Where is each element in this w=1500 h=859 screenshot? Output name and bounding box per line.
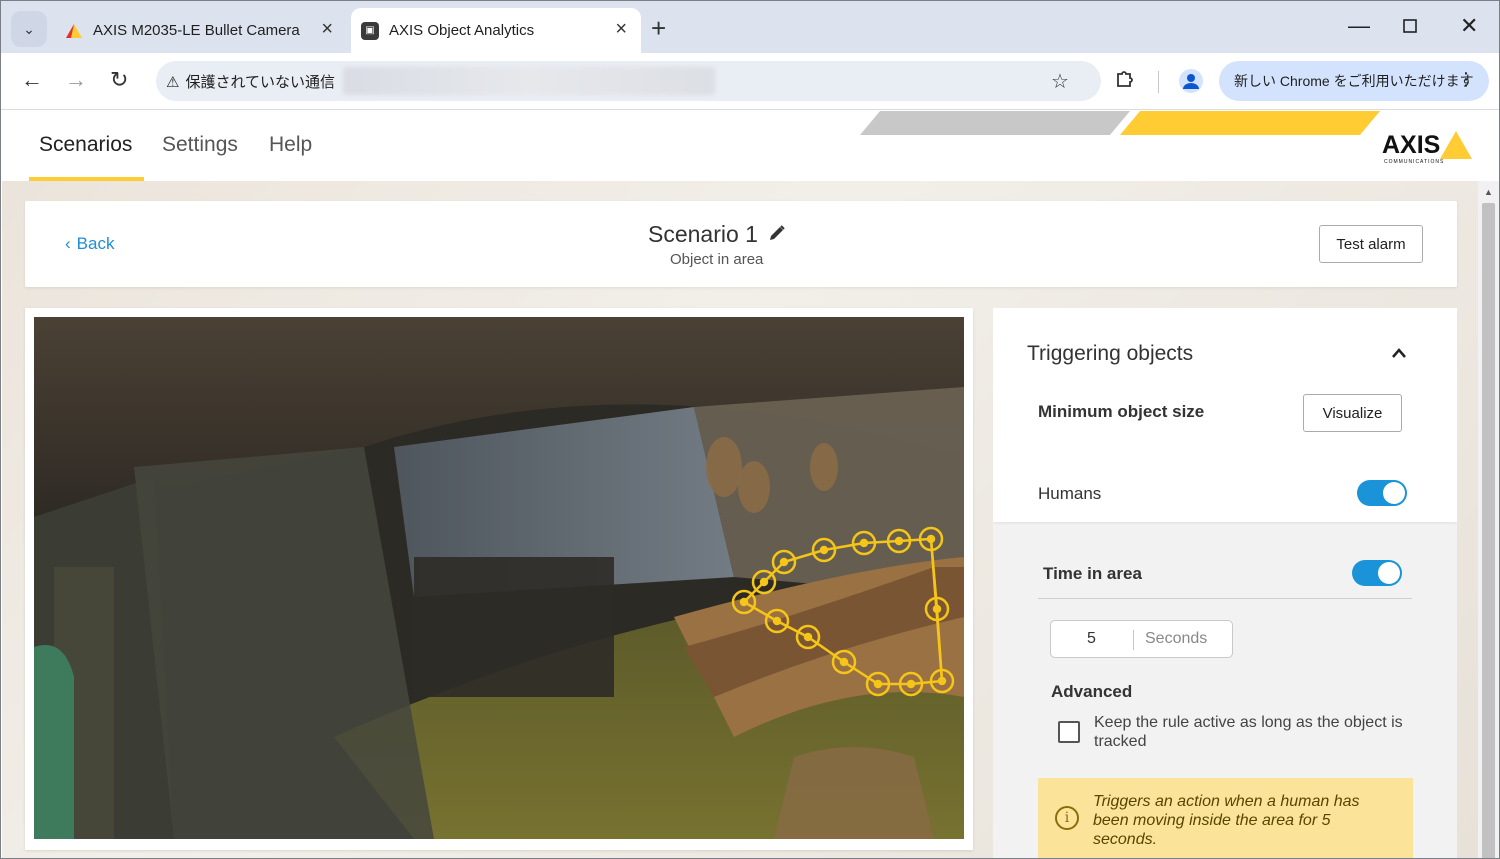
page-scrollbar[interactable]: ▲ <box>1478 181 1499 858</box>
scenario-type: Object in area <box>670 251 764 268</box>
address-bar[interactable]: ⚠ 保護されていない通信 ☆ <box>156 61 1101 101</box>
section-title: Triggering objects <box>1027 342 1194 365</box>
logo-subtext: COMMUNICATIONS <box>1384 159 1445 165</box>
minimize-icon[interactable]: — <box>1348 13 1370 39</box>
keep-active-label[interactable]: Keep the rule active as long as the obje… <box>1094 713 1414 751</box>
seconds-unit: Seconds <box>1145 630 1208 647</box>
tab-object-analytics[interactable]: ▣ AXIS Object Analytics × <box>351 8 641 53</box>
more-menu-icon[interactable]: ⋮ <box>1457 69 1475 90</box>
humans-label: Humans <box>1038 484 1102 503</box>
tab-camera[interactable]: AXIS M2035-LE Bullet Camera × <box>57 8 347 53</box>
header-stripe-gray <box>859 111 1131 135</box>
extensions-puzzle-icon[interactable] <box>1114 67 1136 89</box>
chrome-update-text: 新しい Chrome をご利用いただけます <box>1234 73 1474 89</box>
scenario-header-card: ‹ Back Scenario 1 Object in area Test al… <box>25 201 1457 287</box>
test-alarm-button[interactable]: Test alarm <box>1319 225 1423 263</box>
info-text: Triggers an action when a human has been… <box>1093 793 1360 848</box>
nav-tab-settings[interactable]: Settings <box>162 133 238 157</box>
new-tab-button[interactable]: + <box>651 13 666 44</box>
time-in-area-label: Time in area <box>1043 564 1142 583</box>
header-stripe-yellow <box>1119 111 1381 135</box>
tab-search-button[interactable]: ⌄ <box>11 11 47 47</box>
info-callout: i Triggers an action when a human has be… <box>1038 778 1413 858</box>
scroll-up-icon[interactable]: ▲ <box>1484 187 1493 197</box>
close-icon[interactable]: × <box>615 18 627 41</box>
scenario-title: Scenario 1 <box>648 221 786 248</box>
camera-scene-illustration <box>34 317 964 839</box>
url-text-blurred <box>343 67 715 95</box>
bookmark-star-icon[interactable]: ☆ <box>1051 69 1069 94</box>
toggle-knob <box>1378 562 1400 584</box>
camera-live-view[interactable] <box>34 317 964 839</box>
chevron-down-icon: ⌄ <box>23 20 35 37</box>
maximize-icon[interactable] <box>1403 13 1417 39</box>
video-card <box>25 308 973 850</box>
axis-logo: AXIS COMMUNICATIONS <box>1382 129 1477 169</box>
security-warning-text: 保護されていない通信 <box>185 74 336 91</box>
advanced-heading: Advanced <box>1051 682 1133 701</box>
toggle-knob <box>1383 482 1405 504</box>
browser-window: ⌄ AXIS M2035-LE Bullet Camera × ▣ AXIS O… <box>0 0 1500 859</box>
pencil-edit-icon[interactable] <box>768 221 786 248</box>
tab-strip: ⌄ AXIS M2035-LE Bullet Camera × ▣ AXIS O… <box>1 1 1499 53</box>
logo-triangle <box>1440 131 1472 159</box>
nav-tab-help[interactable]: Help <box>269 133 312 157</box>
nav-tab-scenarios[interactable]: Scenarios <box>39 133 132 157</box>
security-indicator[interactable]: ⚠ 保護されていない通信 <box>166 71 335 92</box>
back-arrow-icon[interactable]: ← <box>21 67 43 93</box>
toolbar-separator <box>1158 71 1159 93</box>
browser-toolbar: ← → ↻ ⚠ 保護されていない通信 ☆ 新しい Chrome をご利用いただけ… <box>1 53 1499 110</box>
warning-icon: ⚠ <box>166 73 180 91</box>
info-icon: i <box>1055 806 1079 830</box>
tab-title: AXIS M2035-LE Bullet Camera <box>93 22 300 39</box>
axis-favicon-icon <box>65 23 83 39</box>
humans-toggle[interactable] <box>1357 480 1407 506</box>
profile-avatar-icon[interactable] <box>1179 69 1203 93</box>
input-separator <box>1133 630 1134 650</box>
seconds-value: 5 <box>1087 630 1096 647</box>
min-size-label: Minimum object size <box>1038 402 1205 421</box>
time-seconds-input[interactable]: 5 Seconds <box>1050 620 1233 658</box>
close-icon[interactable]: × <box>321 18 333 41</box>
logo-word: AXIS <box>1382 131 1441 159</box>
chevron-left-icon: ‹ <box>65 234 71 253</box>
tab-title: AXIS Object Analytics <box>389 22 535 39</box>
scroll-thumb[interactable] <box>1482 203 1495 858</box>
chevron-up-icon[interactable] <box>1391 346 1406 360</box>
scenario-name: Scenario 1 <box>648 221 758 247</box>
reload-icon[interactable]: ↻ <box>110 67 128 93</box>
chrome-update-button[interactable]: 新しい Chrome をご利用いただけます ⋮ <box>1219 61 1489 101</box>
back-link[interactable]: ‹ Back <box>65 234 114 254</box>
time-in-area-toggle[interactable] <box>1352 560 1402 586</box>
divider <box>1038 598 1412 599</box>
forward-arrow-icon[interactable]: → <box>65 67 87 93</box>
settings-panel: Triggering objects Minimum object size V… <box>993 308 1457 858</box>
keep-active-checkbox[interactable] <box>1058 721 1080 743</box>
window-close-icon[interactable]: ✕ <box>1460 13 1478 39</box>
app-header: Scenarios Settings Help AXIS COMMUNICATI… <box>2 111 1499 181</box>
triggering-objects-section: Triggering objects Minimum object size V… <box>993 308 1457 522</box>
visualize-button[interactable]: Visualize <box>1303 394 1402 432</box>
back-label: Back <box>76 234 115 253</box>
app-favicon-icon: ▣ <box>361 21 379 40</box>
